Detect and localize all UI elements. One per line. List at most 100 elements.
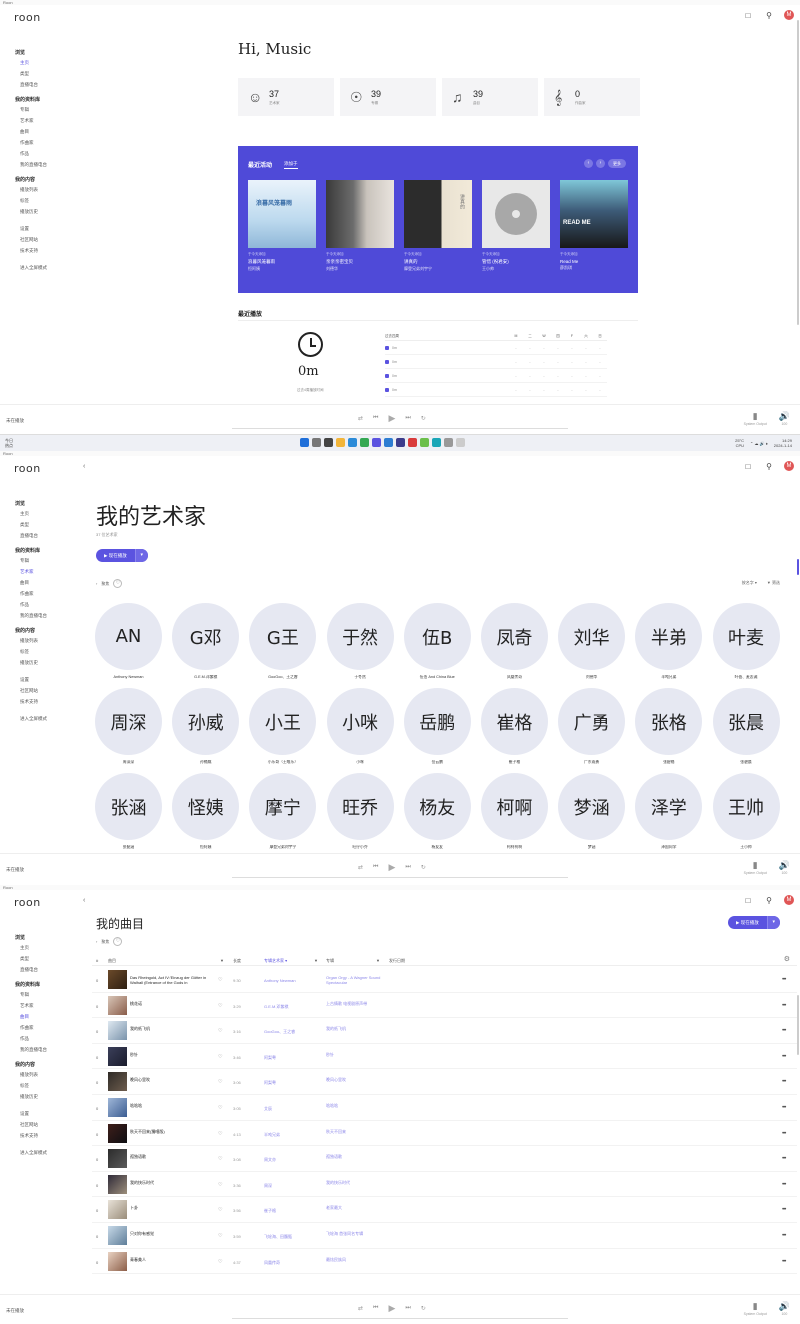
track-title[interactable]: 孤独语歌	[130, 1154, 220, 1159]
sidebar-item[interactable]: 设置	[15, 674, 75, 685]
artist-tile[interactable]: 于然 于冬然	[326, 603, 394, 681]
track-title[interactable]: 我的纸飞机	[130, 1026, 220, 1031]
artist-name[interactable]: 广东雨勇	[558, 760, 625, 766]
album-cover[interactable]	[326, 180, 394, 248]
repeat-icon[interactable]: ↻	[421, 415, 426, 422]
sidebar-item[interactable]: 播放历史	[15, 1091, 75, 1102]
track-album[interactable]: 老家最大	[326, 1205, 386, 1210]
sidebar-item[interactable]: 作曲家	[15, 1022, 75, 1033]
artist-avatar[interactable]: 伍B	[403, 603, 471, 670]
artist-avatar[interactable]: 杨友	[403, 773, 471, 840]
artist-avatar[interactable]: 张格	[635, 688, 703, 755]
heart-icon[interactable]: ♡	[218, 1079, 222, 1085]
artist-name[interactable]: 柯柯柯啊	[481, 845, 548, 851]
track-artist[interactable]: 艾辰	[264, 1106, 272, 1112]
sidebar-item[interactable]: 标签	[15, 646, 75, 657]
track-album[interactable]: 飞轮海 首张同名专辑	[326, 1231, 386, 1236]
avatar[interactable]: M	[784, 10, 794, 20]
heart-icon[interactable]: ♡	[218, 1054, 222, 1060]
sidebar-item[interactable]: 播放列表	[15, 1069, 75, 1080]
sidebar-item[interactable]: 进入全屏模式	[15, 1147, 75, 1158]
play-icon[interactable]: ▶	[388, 862, 395, 873]
app-icon[interactable]	[432, 438, 441, 447]
sidebar-item[interactable]: 播放列表	[15, 635, 75, 646]
sidebar-item[interactable]: 类型	[15, 519, 75, 530]
heart-icon[interactable]: ♡	[218, 1105, 222, 1111]
task-view-icon[interactable]	[324, 438, 333, 447]
artist-avatar[interactable]: 广勇	[558, 688, 626, 755]
track-artist[interactable]: 半吨兄弟	[264, 1132, 280, 1138]
artist-avatar[interactable]: 张晨	[712, 688, 780, 755]
artist-name[interactable]: 杨友友	[404, 845, 471, 851]
artist-name[interactable]: 周深深	[95, 760, 162, 766]
track-row[interactable]: 0 晚风心里吹 ♡ 3:06 阿梨粤 晚风心里吹 •••	[92, 1069, 797, 1095]
sidebar-item[interactable]: 进入全屏模式	[15, 262, 75, 273]
sidebar-item[interactable]: 进入全屏模式	[15, 713, 75, 724]
column-release-date[interactable]: 发行日期	[389, 958, 405, 964]
more-options-icon[interactable]: •••	[782, 1156, 786, 1162]
sidebar-item[interactable]: 艺术家	[15, 115, 75, 126]
track-title[interactable]: 啥啥啥	[130, 1103, 220, 1108]
album-thumbnail[interactable]	[108, 1072, 127, 1092]
column-number[interactable]: #	[96, 958, 98, 963]
cpu-widget[interactable]: 25°C CPU	[735, 438, 744, 448]
artist-name[interactable]: 梦涵	[558, 845, 625, 851]
sort-dropdown[interactable]: 按名字 ▾	[742, 580, 757, 586]
track-row[interactable]: 0 秋天不回来(獨唱版) ♡ 4:13 半吨兄弟 秋天不回来 •••	[92, 1121, 797, 1147]
artist-name[interactable]: 张韶涵	[95, 845, 162, 851]
track-album[interactable]: 最炫民族风	[326, 1257, 386, 1262]
column-duration[interactable]: 长度	[233, 958, 241, 964]
sidebar-item[interactable]: 曲目	[15, 126, 75, 137]
track-row[interactable]: 0 我的纸飞机 ♡ 3:16 GooGoo、王之睿 我的纸飞机 •••	[92, 1018, 797, 1044]
avatar[interactable]: M	[784, 895, 794, 905]
app-icon[interactable]	[396, 438, 405, 447]
scrollbar[interactable]	[797, 20, 799, 325]
sidebar-item[interactable]: 曲目	[15, 1011, 75, 1022]
artist-name[interactable]: 凤凰传奇	[481, 675, 548, 681]
artist-tile[interactable]: 小咪 小咪	[326, 688, 394, 766]
artist-name[interactable]: 孙楠威	[172, 760, 239, 766]
artist-name[interactable]: 半吨兄弟	[635, 675, 702, 681]
heart-icon[interactable]: ♡	[218, 1003, 222, 1009]
album-thumbnail[interactable]	[108, 1123, 127, 1143]
album-cover[interactable]: 讲真的	[404, 180, 472, 248]
previous-icon[interactable]: ⏮	[373, 864, 378, 871]
more-options-icon[interactable]: •••	[782, 1207, 786, 1213]
track-row[interactable]: 0 Das Rheingold, Act IV:'Einzug der Götte…	[92, 967, 797, 993]
artist-tile[interactable]: 杨友 杨友友	[403, 773, 471, 851]
artist-avatar[interactable]: 梦涵	[558, 773, 626, 840]
artist-tile[interactable]: 刘华 刘德华	[558, 603, 626, 681]
tab-added[interactable]: 添加于	[284, 161, 298, 169]
artist-avatar[interactable]: 叶麦	[712, 603, 780, 670]
sidebar-item[interactable]: 播放历史	[15, 657, 75, 668]
artist-name[interactable]: 摩登兄弟刘宇宁	[249, 845, 316, 851]
artist-name[interactable]: 于冬然	[327, 675, 394, 681]
artist-tile[interactable]: 旺乔 旺仔小乔	[326, 773, 394, 851]
more-options-icon[interactable]: •••	[782, 1233, 786, 1239]
artist-name[interactable]: 叶蓓、麦志诚	[713, 675, 780, 681]
card-title[interactable]: 讲真的	[404, 259, 472, 265]
heart-icon[interactable]: ♡	[218, 1259, 222, 1265]
more-options-icon[interactable]: •••	[782, 1028, 786, 1034]
column-track[interactable]: 曲目	[108, 958, 116, 964]
play-icon[interactable]: ▶	[388, 1303, 395, 1314]
album-thumbnail[interactable]	[108, 970, 127, 989]
album-card[interactable]: 于今天添加 亲亲亲密宝贝 刘德华	[326, 180, 394, 272]
album-cover-placeholder[interactable]	[482, 180, 550, 248]
repeat-icon[interactable]: ↻	[421, 864, 426, 871]
track-row[interactable]: 0 桃花诺 ♡ 3:29 G.E.M.邓紫棋 上古情歌 电视剧原声带 •••	[92, 993, 797, 1019]
artist-tile[interactable]: 伍B 伍佰 And China Blue	[403, 603, 471, 681]
sidebar-item[interactable]: 艺术家	[15, 1000, 75, 1011]
card-title[interactable]: 管惜 (祝君安)	[482, 259, 550, 265]
track-title[interactable]: 卜卦	[130, 1205, 220, 1210]
track-title[interactable]: 桃花诺	[130, 1001, 220, 1006]
artist-tile[interactable]: 张晨 张碧晨	[712, 688, 780, 766]
track-title[interactable]: 青春美人	[130, 1257, 220, 1262]
artist-name[interactable]: 张碧晨	[713, 760, 780, 766]
filter-button[interactable]: ▼ 筛选	[767, 580, 780, 586]
sidebar-item[interactable]: 直播电台	[15, 964, 75, 975]
sidebar-item[interactable]: 技术支持	[15, 1130, 75, 1141]
shuffle-icon[interactable]: ⇄	[358, 1305, 363, 1312]
app-icon[interactable]	[408, 438, 417, 447]
focus-button[interactable]: 聚焦	[101, 939, 109, 945]
